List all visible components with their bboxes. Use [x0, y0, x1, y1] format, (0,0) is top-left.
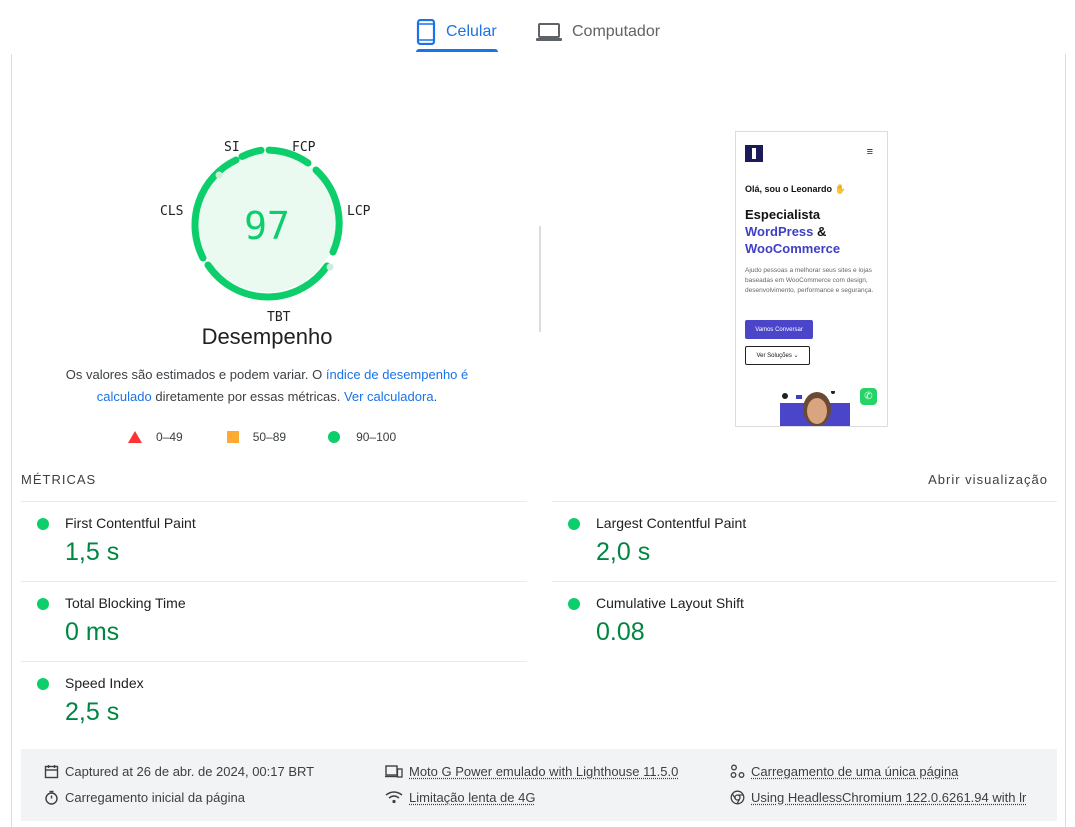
stopwatch-icon [45, 790, 58, 805]
metric-fcp: First Contentful Paint 1,5 s [21, 501, 491, 581]
orange-square-icon [226, 431, 239, 443]
metric-name: Total Blocking Time [65, 595, 186, 611]
metric-lcp: Largest Contentful Paint 2,0 s [552, 501, 1022, 581]
score-legend: 0–49 50–89 90–100 [128, 430, 424, 444]
active-tab-indicator [416, 49, 498, 52]
tab-mobile-label: Celular [446, 23, 497, 40]
gauge-label-tbt: TBT [267, 310, 291, 325]
single-page-text: Carregamento de uma única página [751, 764, 959, 779]
metric-cls: Cumulative Layout Shift 0.08 [552, 581, 1022, 661]
screenshot-paragraph: Ajudo pessoas a melhorar seus sites e lo… [745, 267, 874, 294]
gauge-label-cls: CLS [160, 204, 184, 219]
greeting-text: Olá, sou o Leonardo [745, 184, 833, 194]
metric-value: 2,0 s [596, 538, 651, 566]
screenshot-greeting: Olá, sou o Leonardo ✋ [745, 184, 846, 195]
expand-view-toggle[interactable]: Abrir visualização [928, 472, 1048, 487]
page-screenshot[interactable]: ≡ Olá, sou o Leonardo ✋ Especialista Wor… [735, 131, 888, 427]
screenshot-secondary-button: Ver Soluções ⌄ [745, 346, 810, 365]
metric-value: 2,5 s [65, 698, 120, 726]
footer-captured: Captured at 26 de abr. de 2024, 00:17 BR… [44, 764, 314, 779]
site-logo [745, 145, 763, 162]
metric-name: Largest Contentful Paint [596, 515, 747, 531]
laptop-icon [536, 23, 562, 41]
legend-range: 50–89 [252, 430, 287, 444]
footer-single-page[interactable]: Carregamento de uma única página [730, 764, 958, 779]
captured-text: Captured at 26 de abr. de 2024, 00:17 BR… [65, 764, 315, 779]
screenshot-heading: Especialista WordPress & WooCommerce [745, 206, 885, 257]
gauge-label-si: SI [224, 140, 240, 155]
metric-name: Cumulative Layout Shift [596, 595, 744, 611]
heading-woocommerce: WooCommerce [745, 241, 841, 256]
performance-description: Os valores são estimados e podem variar.… [55, 364, 479, 408]
footer-device[interactable]: Moto G Power emulado with Lighthouse 11.… [385, 764, 678, 779]
green-circle-icon [37, 678, 49, 690]
legend-item-good: 90–100 [328, 430, 396, 444]
performance-score: 97 [244, 204, 290, 248]
gauge-label-lcp: LCP [347, 204, 371, 219]
description-text: Os valores são estimados e podem variar.… [65, 367, 326, 382]
green-circle-icon [568, 598, 580, 610]
waving-hand-icon: ✋ [834, 184, 846, 194]
metrics-heading: MÉTRICAS [21, 472, 97, 487]
chrome-icon [730, 790, 745, 805]
tab-desktop[interactable]: Computador [536, 12, 660, 52]
gauge-label-fcp: FCP [292, 140, 316, 155]
footer-throttling[interactable]: Limitação lenta de 4G [385, 790, 535, 805]
tab-mobile[interactable]: Celular [416, 12, 497, 52]
legend-range: 90–100 [356, 430, 397, 444]
performance-title: Desempenho [201, 324, 333, 349]
hamburger-icon: ≡ [866, 146, 873, 158]
browser-text: Using HeadlessChromium 122.0.6261.94 wit… [751, 790, 1027, 805]
green-circle-icon [37, 598, 49, 610]
heading-wordpress: WordPress [745, 224, 814, 239]
tab-desktop-label: Computador [572, 23, 661, 40]
calendar-icon [44, 765, 59, 779]
green-circle-icon [568, 518, 580, 530]
legend-item-poor: 0–49 [128, 430, 183, 444]
legend-range: 0–49 [156, 430, 183, 444]
metric-name: Speed Index [65, 675, 144, 691]
metric-tbt: Total Blocking Time 0 ms [21, 581, 491, 661]
description-text-3: . [433, 389, 438, 404]
metric-value: 0.08 [596, 618, 645, 646]
metric-value: 1,5 s [65, 538, 120, 566]
devices-icon [385, 765, 403, 778]
green-circle-icon [328, 431, 341, 443]
footer-browser[interactable]: Using HeadlessChromium 122.0.6261.94 wit… [730, 790, 1026, 805]
signal-icon [385, 791, 403, 804]
metric-si: Speed Index 2,5 s [21, 661, 491, 741]
nodes-icon [730, 764, 745, 778]
runtime-settings-footer: Captured at 26 de abr. de 2024, 00:17 BR… [21, 749, 1057, 821]
device-text: Moto G Power emulado with Lighthouse 11.… [409, 764, 679, 779]
secondary-button-label: Ver Soluções [756, 352, 792, 359]
footer-initial-load: Carregamento inicial da página [44, 790, 245, 805]
red-triangle-icon [128, 431, 142, 443]
performance-gauge[interactable]: SI FCP LCP TBT CLS 97 [150, 132, 390, 332]
device-tabs: Celular Computador [0, 0, 1075, 54]
whatsapp-icon: ✆ [860, 388, 877, 405]
green-circle-icon [37, 518, 49, 530]
heading-amp: & [813, 224, 827, 239]
heading-line1: Especialista [745, 207, 821, 222]
calculator-link[interactable]: Ver calculadora [344, 389, 434, 404]
description-text-2: diretamente por essas métricas. [151, 389, 344, 404]
legend-item-average: 50–89 [226, 430, 287, 444]
throttling-text: Limitação lenta de 4G [409, 790, 536, 805]
initial-load-text: Carregamento inicial da página [65, 790, 245, 805]
smartphone-icon [416, 19, 436, 45]
profile-photo [780, 391, 850, 426]
metric-value: 0 ms [65, 618, 120, 646]
metric-name: First Contentful Paint [65, 515, 196, 531]
vertical-divider [539, 226, 541, 332]
screenshot-primary-button: Vamos Conversar [745, 320, 813, 339]
